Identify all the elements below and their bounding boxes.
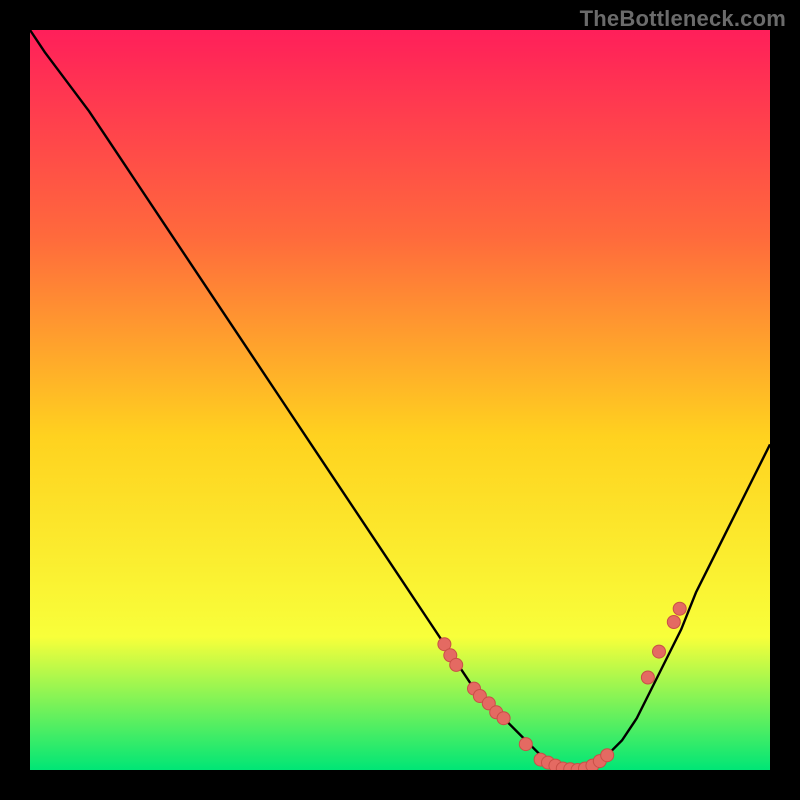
data-point: [641, 671, 654, 684]
watermark-text: TheBottleneck.com: [580, 6, 786, 32]
chart-plot-area: [30, 30, 770, 770]
data-point: [601, 749, 614, 762]
data-point: [497, 712, 510, 725]
bottleneck-curve-chart: [30, 30, 770, 770]
data-point: [519, 738, 532, 751]
data-point: [673, 602, 686, 615]
data-point: [667, 616, 680, 629]
chart-frame: TheBottleneck.com: [0, 0, 800, 800]
data-point: [653, 645, 666, 658]
gradient-background: [30, 30, 770, 770]
data-point: [450, 658, 463, 671]
